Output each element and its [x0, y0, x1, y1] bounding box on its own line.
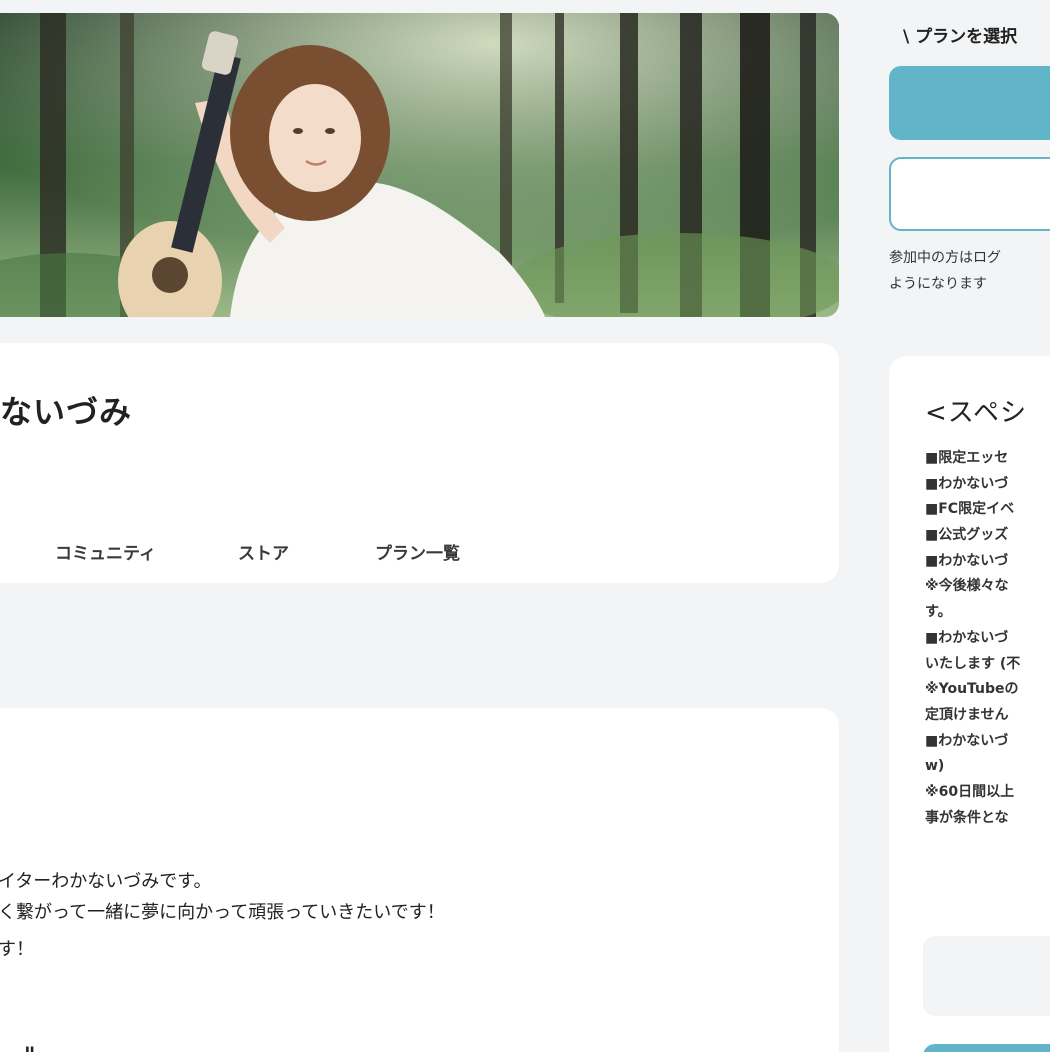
login-note-line: ようになります — [889, 276, 987, 292]
benefit-line: ※60日間以上 — [925, 783, 1015, 800]
about-text-line: ます！ — [0, 939, 34, 960]
benefit-line: ■公式グッズ — [925, 527, 1009, 544]
login-button[interactable] — [889, 157, 1050, 231]
about-section-heading: ィー" — [0, 1038, 35, 1052]
forest-photo-illustration — [0, 13, 839, 317]
tab-community[interactable]: コミュニティ — [55, 539, 156, 564]
about-text-line: 深く繋がって一緒に夢に向かって頑張っていきたいです！ — [0, 902, 445, 923]
profile-tabs: コミュニティ ストア プラン一覧 — [0, 539, 839, 564]
login-note-line: 参加中の方はログ — [889, 250, 1001, 266]
benefit-line: ※YouTubeの — [925, 681, 1019, 698]
special-benefits-card: <スペシ ■限定エッセ ■わかないづ ■FC限定イベ ■公式グッズ ■わかないづ… — [889, 356, 1050, 1052]
benefit-line: w) — [925, 758, 945, 775]
benefit-line: 事が条件とな — [925, 809, 1009, 826]
benefit-line: ■わかないづ — [925, 732, 1009, 749]
benefit-line: ■限定エッセ — [925, 450, 1009, 466]
benefit-line: す。 — [925, 604, 952, 621]
benefit-line: ■わかないづ — [925, 475, 1009, 492]
login-note: 参加中の方はログ ようになります — [889, 245, 1001, 297]
benefit-line: ■わかないづ — [925, 629, 1009, 646]
sidebar: \ プランを選択 参加中の方はログ ようになります <スペシ ■限定エッセ ■わ… — [889, 0, 1050, 1052]
special-join-button[interactable] — [923, 1044, 1050, 1052]
benefit-line: ■FC限定イベ — [925, 501, 1015, 518]
profile-card: ないづみ コミュニティ ストア プラン一覧 — [0, 343, 839, 583]
benefit-line: ■わかないづ — [925, 552, 1009, 569]
about-card: ライターわかないづみです。 深く繋がって一緒に夢に向かって頑張っていきたいです！… — [0, 708, 839, 1052]
special-benefits-title: <スペシ — [925, 398, 1027, 428]
profile-name: ないづみ — [0, 393, 133, 431]
benefit-line: ※今後様々な — [925, 578, 1009, 595]
benefit-line: いたします (不 — [925, 655, 1021, 672]
join-button[interactable] — [889, 66, 1050, 140]
benefit-line: 定頂けません — [925, 706, 1009, 723]
tab-plan-list[interactable]: プラン一覧 — [375, 539, 460, 564]
special-info-box — [923, 936, 1050, 1016]
tab-store[interactable]: ストア — [238, 539, 289, 564]
hero-image — [0, 13, 839, 317]
special-benefits-list: ■限定エッセ ■わかないづ ■FC限定イベ ■公式グッズ ■わかないづ ※今後様… — [925, 446, 1020, 831]
select-plan-label: \ プランを選択 — [903, 27, 1018, 47]
about-text-line: ライターわかないづみです。 — [0, 871, 212, 892]
